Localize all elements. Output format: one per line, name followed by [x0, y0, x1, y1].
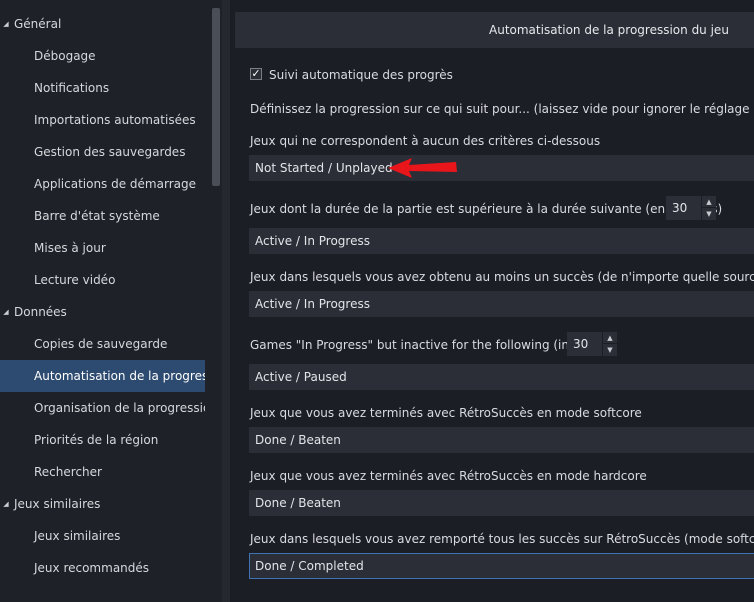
sidebar-item-notifications[interactable]: Notifications: [0, 72, 205, 104]
tree-group-donnees[interactable]: ◢ Données: [0, 296, 205, 328]
rule-label-all-achievements: Jeux dans lesquels vous avez remporté to…: [250, 532, 754, 546]
sidebar-item-label: Copies de sauvegarde: [34, 337, 168, 351]
spin-up-icon[interactable]: ▲: [702, 196, 716, 208]
sidebar-item-lecture-video[interactable]: Lecture vidéo: [0, 264, 205, 296]
sidebar-item-mises-a-jour[interactable]: Mises à jour: [0, 232, 205, 264]
rule-label-achievement: Jeux dans lesquels vous avez obtenu au m…: [250, 270, 754, 284]
sidebar-item-label: Gestion des sauvegardes: [34, 145, 186, 159]
spin-down-icon[interactable]: ▼: [702, 208, 716, 220]
sidebar-item-label: Débogage: [34, 49, 96, 63]
rule-label-no-criteria: Jeux qui ne correspondent à aucun des cr…: [250, 134, 601, 148]
panel-splitter[interactable]: [222, 0, 230, 602]
sidebar-item-label: Priorités de la région: [34, 433, 159, 447]
sidebar-item-label: Lecture vidéo: [34, 273, 116, 287]
sidebar-item-jeux-recommandes[interactable]: Jeux recommandés: [0, 552, 205, 584]
spin-up-icon[interactable]: ▲: [603, 332, 617, 344]
sidebar-item-barre-etat[interactable]: Barre d'état système: [0, 200, 205, 232]
sidebar-item-label: Notifications: [34, 81, 110, 95]
rule-label-softcore-beaten: Jeux que vous avez terminés avec RétroSu…: [250, 406, 642, 420]
status-dropdown-softcore-beaten[interactable]: Done / Beaten: [249, 427, 754, 453]
expanded-arrow-icon[interactable]: ◢: [1, 296, 11, 328]
expanded-arrow-icon[interactable]: ◢: [1, 488, 11, 520]
spinner-value[interactable]: 30: [672, 196, 687, 220]
settings-tree: ◢ Général Débogage Notifications Importa…: [0, 8, 205, 584]
sidebar-item-applications-demarrage[interactable]: Applications de démarrage: [0, 168, 205, 200]
sidebar-item-label: Automatisation de la progressio: [34, 369, 205, 383]
red-arrow-icon: [388, 158, 457, 178]
expanded-arrow-icon[interactable]: ◢: [1, 8, 11, 40]
sidebar-item-label: Organisation de la progression c: [34, 401, 205, 415]
status-dropdown-playtime[interactable]: Active / In Progress: [249, 228, 754, 254]
rule-label-hardcore-beaten: Jeux que vous avez terminés avec RétroSu…: [250, 469, 647, 483]
sidebar-item-sauvegardes[interactable]: Gestion des sauvegardes: [0, 136, 205, 168]
sidebar-item-priorites-region[interactable]: Priorités de la région: [0, 424, 205, 456]
status-dropdown-hardcore-beaten[interactable]: Done / Beaten: [249, 490, 754, 516]
rule-label-inactive: Games "In Progress" but inactive for the…: [250, 338, 606, 352]
spinner-buttons: ▲ ▼: [701, 196, 716, 220]
sidebar-item-rechercher[interactable]: Rechercher: [0, 456, 205, 488]
sidebar-item-label: Barre d'état système: [34, 209, 160, 223]
settings-sidebar: ◢ Général Débogage Notifications Importa…: [0, 0, 222, 602]
tree-group-general[interactable]: ◢ Général: [0, 8, 205, 40]
status-dropdown-all-achievements[interactable]: Done / Completed: [249, 553, 754, 579]
tree-group-label: Jeux similaires: [14, 497, 101, 511]
sidebar-scrollbar[interactable]: [212, 8, 220, 186]
inactive-days-spinner[interactable]: 30 ▲ ▼: [567, 332, 617, 356]
sidebar-item-label: Mises à jour: [34, 241, 106, 255]
auto-track-checkbox[interactable]: ✓: [250, 68, 262, 80]
tree-group-jeux-similaires[interactable]: ◢ Jeux similaires: [0, 488, 205, 520]
sidebar-item-label: Jeux recommandés: [34, 561, 150, 575]
status-dropdown-inactive[interactable]: Active / Paused: [249, 364, 754, 390]
sidebar-item-automatisation-progression[interactable]: Automatisation de la progressio: [0, 360, 205, 392]
sidebar-item-importations[interactable]: Importations automatisées: [0, 104, 205, 136]
settings-description: Définissez la progression sur ce qui sui…: [250, 102, 754, 116]
status-dropdown-no-criteria[interactable]: Not Started / Unplayed: [249, 155, 754, 181]
rule-label-playtime: Jeux dont la durée de la partie est supé…: [250, 202, 723, 216]
sidebar-item-jeux-similaires[interactable]: Jeux similaires: [0, 520, 205, 552]
section-title: Automatisation de la progression du jeu: [235, 12, 754, 48]
settings-main-panel: Automatisation de la progression du jeu …: [230, 0, 754, 602]
sidebar-item-debogage[interactable]: Débogage: [0, 40, 205, 72]
tree-group-label: Données: [14, 305, 67, 319]
spin-down-icon[interactable]: ▼: [603, 344, 617, 356]
sidebar-item-label: Jeux similaires: [34, 529, 121, 543]
sidebar-item-label: Importations automatisées: [34, 113, 196, 127]
sidebar-item-organisation-progression[interactable]: Organisation de la progression c: [0, 392, 205, 424]
playtime-minutes-spinner[interactable]: 30 ▲ ▼: [666, 196, 716, 220]
tree-group-label: Général: [14, 17, 62, 31]
status-dropdown-achievement[interactable]: Active / In Progress: [249, 291, 754, 317]
auto-track-label[interactable]: Suivi automatique des progrès: [269, 68, 453, 82]
spinner-buttons: ▲ ▼: [602, 332, 617, 356]
sidebar-item-label: Rechercher: [34, 465, 102, 479]
spinner-value[interactable]: 30: [573, 332, 588, 356]
sidebar-item-copies-sauvegarde[interactable]: Copies de sauvegarde: [0, 328, 205, 360]
sidebar-item-label: Applications de démarrage: [34, 177, 196, 191]
